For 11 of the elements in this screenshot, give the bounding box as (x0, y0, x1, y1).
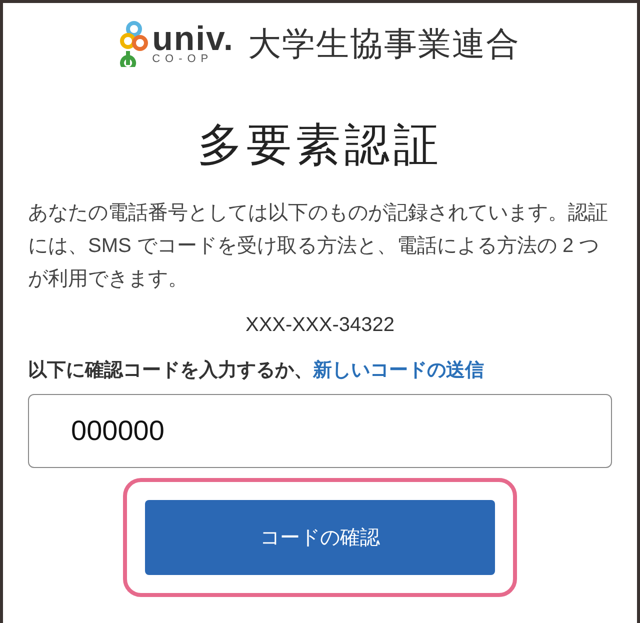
prompt-text: 以下に確認コードを入力するか、 (28, 358, 313, 383)
send-new-code-link[interactable]: 新しいコードの送信 (313, 356, 484, 386)
phone-number: XXX-XXX-34322 (246, 313, 394, 338)
logo-subtitle: CO-OP (152, 54, 214, 64)
description-text: あなたの電話番号としては以下のものが記録されています。認証には、SMS でコードを受け取る方法と、電話による方法の 2 つが利用できます。 (28, 201, 609, 292)
logo-icon (120, 21, 148, 67)
logo-wordmark: univ. (152, 24, 234, 54)
organization-name: 大学生協事業連合 (248, 24, 520, 64)
code-input-field[interactable]: 000000 (28, 394, 612, 468)
verify-code-button[interactable]: コードの確認 (145, 500, 495, 575)
page-title: 多要素認証 (198, 118, 442, 172)
